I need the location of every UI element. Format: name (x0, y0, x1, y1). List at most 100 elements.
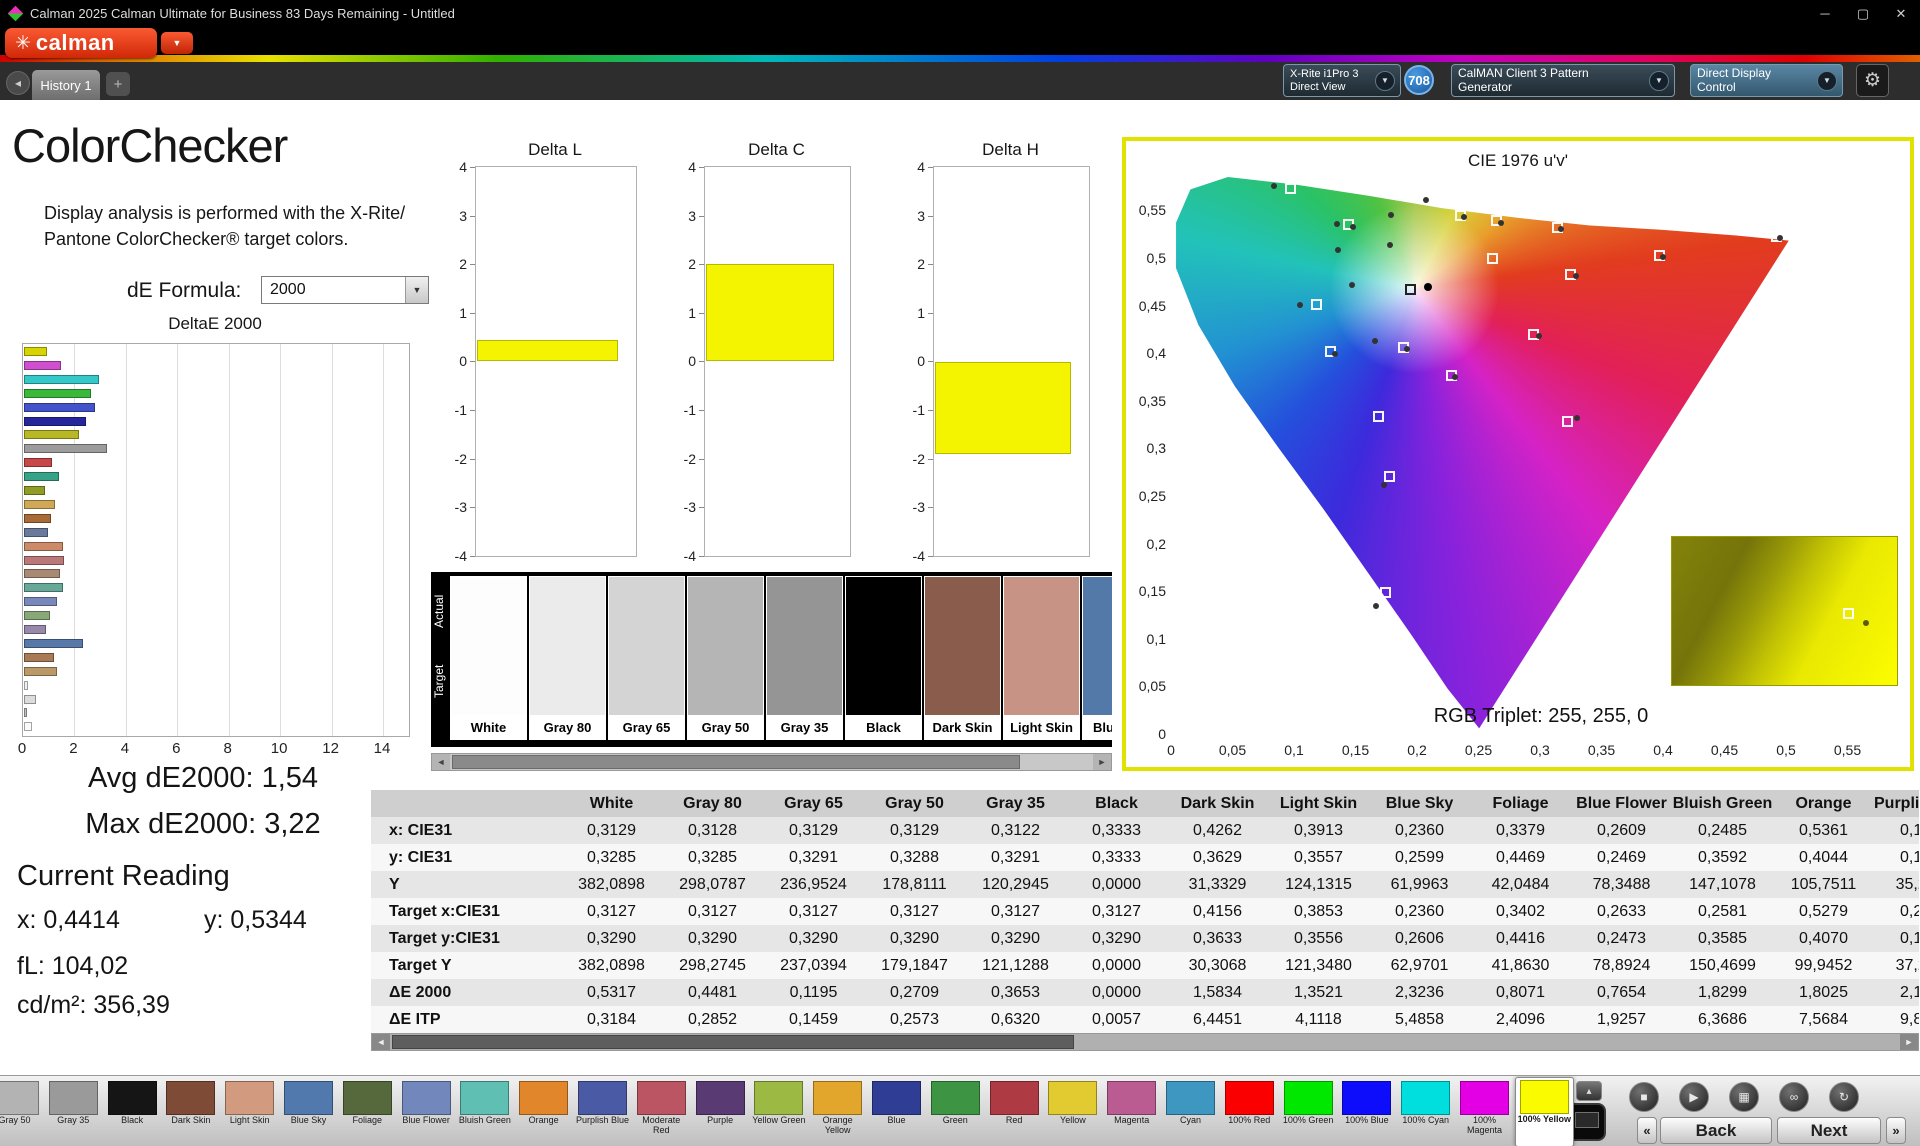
palette-swatch-bluish-green[interactable]: Bluish Green (456, 1079, 513, 1143)
palette-swatch-100-red[interactable]: 100% Red (1221, 1079, 1278, 1143)
meter-status-badge[interactable]: 708 (1404, 65, 1434, 95)
colorchecker-swatch[interactable]: Gray 35 (766, 576, 843, 740)
scrollbar-thumb[interactable] (392, 1035, 1074, 1049)
swatch-strip-scrollbar[interactable]: ◄ ► (431, 753, 1112, 771)
palette-swatch-100-green[interactable]: 100% Green (1280, 1079, 1337, 1143)
colorchecker-swatch[interactable]: Blue Sky (1082, 576, 1112, 740)
table-row: Target Y 382,0898 298,2745 237,0394 179,1847… (371, 952, 1919, 979)
delta-y-tick-label: 2 (688, 256, 696, 273)
palette-swatch-gray-35[interactable]: Gray 35 (45, 1079, 102, 1143)
cie-target-marker (1384, 470, 1396, 482)
palette-swatch-magenta[interactable]: Magenta (1103, 1079, 1160, 1143)
table-cell: 99,9452 (1794, 957, 1853, 974)
settings-button[interactable]: ⚙ (1856, 64, 1889, 97)
max-de2000-value: Max dE2000: 3,22 (85, 808, 321, 840)
palette-swatch-100-cyan[interactable]: 100% Cyan (1397, 1079, 1454, 1143)
table-header-row: White Gray 80 Gray 65 Gray 50 Gray 35 Black Da… (371, 790, 1919, 817)
table-cell: 0,3585 (1698, 930, 1747, 947)
palette-swatch-moderate-red[interactable]: Moderate Red (633, 1079, 690, 1143)
palette-swatch-purple[interactable]: Purple (692, 1079, 749, 1143)
table-header-cell (371, 790, 561, 817)
table-cell: 1,8025 (1799, 984, 1848, 1001)
colorchecker-swatch[interactable]: Light Skin (1003, 576, 1080, 740)
palette-swatch-foliage[interactable]: Foliage (339, 1079, 396, 1143)
cie-1976-chart-panel[interactable]: CIE 1976 u'v' 0,55 0,5 0,45 0,4 0,35 0,3 0,25 0… (1122, 137, 1914, 771)
palette-swatch-yellow-green[interactable]: Yellow Green (750, 1079, 807, 1143)
pattern-generator-dropdown[interactable]: CalMAN Client 3 Pattern Generator ▼ (1451, 64, 1675, 97)
palette-swatch-orange[interactable]: Orange (515, 1079, 572, 1143)
palette-swatch-orange-yellow[interactable]: Orange Yellow (809, 1079, 866, 1143)
cie-x-tick-label: 0,45 (1710, 742, 1739, 758)
scroll-right-icon[interactable]: ► (1093, 754, 1111, 770)
table-scrollbar[interactable]: ◄ ► (371, 1033, 1919, 1051)
display-control-dropdown[interactable]: Direct Display Control ▼ (1690, 64, 1843, 97)
table-cell: 2,4096 (1496, 1011, 1545, 1028)
colorchecker-swatch[interactable]: Black (845, 576, 922, 740)
palette-swatch-red[interactable]: Red (986, 1079, 1043, 1143)
palette-label: 100% Green (1282, 1115, 1334, 1125)
scroll-right-icon[interactable]: ► (1900, 1034, 1918, 1050)
back-chevron-button[interactable]: « (1637, 1117, 1657, 1144)
palette-color (166, 1081, 216, 1115)
cie-measured-dot (1297, 301, 1304, 308)
table-cell: 0,4262 (1193, 822, 1242, 839)
palette-swatch-blue-flower[interactable]: Blue Flower (398, 1079, 455, 1143)
palette-swatch-black[interactable]: Black (104, 1079, 161, 1143)
scrollbar-track[interactable] (390, 1034, 1900, 1050)
scrollbar-track[interactable] (450, 754, 1093, 770)
calman-logo-button[interactable]: ✳ calman (5, 28, 157, 58)
refresh-button[interactable]: ↻ (1829, 1082, 1859, 1112)
palette-swatch-yellow[interactable]: Yellow (1044, 1079, 1101, 1143)
close-button[interactable]: ✕ (1882, 6, 1920, 22)
palette-swatch-100-magenta[interactable]: 100% Magenta (1456, 1079, 1513, 1143)
colorchecker-swatch[interactable]: Gray 80 (529, 576, 606, 740)
stop-button[interactable]: ■ (1629, 1082, 1659, 1112)
calman-menu-dropdown[interactable]: ▼ (161, 32, 193, 54)
table-cell: 0,3633 (1193, 930, 1242, 947)
de-formula-dropdown[interactable]: 2000 ▼ (261, 276, 429, 304)
tab-bar: ◂ History 1 + X-Rite i1Pro 3 Direct View… (0, 62, 1920, 100)
palette-swatch-100-blue[interactable]: 100% Blue (1338, 1079, 1395, 1143)
palette-swatch-blue[interactable]: Blue (868, 1079, 925, 1143)
table-cell: 1,3521 (1294, 984, 1343, 1001)
cie-x-tick-label: 0,25 (1464, 742, 1493, 758)
loop-button[interactable]: ∞ (1779, 1082, 1809, 1112)
colorchecker-swatch[interactable]: Gray 65 (608, 576, 685, 740)
colorchecker-swatch[interactable]: White (450, 576, 527, 740)
scroll-left-icon[interactable]: ◄ (372, 1034, 390, 1050)
table-cell: 0,3122 (991, 822, 1040, 839)
cie-target-marker (1486, 253, 1498, 265)
tab-history-1[interactable]: History 1 (32, 70, 100, 100)
delta-y-tick-label: 1 (917, 304, 925, 321)
scrollbar-thumb[interactable] (452, 755, 1020, 769)
palette-swatch-purplish-blue[interactable]: Purplish Blue (574, 1079, 631, 1143)
minimize-button[interactable]: ─ (1806, 6, 1844, 22)
palette-swatch-100-yellow[interactable]: 100% Yellow (1514, 1077, 1574, 1146)
palette-swatch-gray-50[interactable]: Gray 50 (0, 1079, 43, 1143)
next-button[interactable]: Next (1777, 1117, 1881, 1144)
palette-swatch-dark-skin[interactable]: Dark Skin (162, 1079, 219, 1143)
palette-swatch-light-skin[interactable]: Light Skin (221, 1079, 278, 1143)
palette-swatch-cyan[interactable]: Cyan (1162, 1079, 1219, 1143)
table-cell: 0,2360 (1395, 903, 1444, 920)
table-cell: 0,3556 (1294, 930, 1343, 947)
deltae-bar (24, 625, 46, 634)
palette-swatch-green[interactable]: Green (927, 1079, 984, 1143)
maximize-button[interactable]: ▢ (1844, 6, 1882, 22)
colorchecker-swatch[interactable]: Dark Skin (924, 576, 1001, 740)
add-tab-button[interactable]: + (106, 72, 130, 96)
palette-expand-button[interactable]: ▴ (1576, 1081, 1602, 1101)
tab-back-button[interactable]: ◂ (6, 71, 30, 95)
table-cell: 0,1962 (1900, 822, 1919, 839)
next-chevron-button[interactable]: » (1886, 1117, 1906, 1144)
meter-dropdown[interactable]: X-Rite i1Pro 3 Direct View ▼ (1283, 64, 1401, 97)
colorchecker-swatch[interactable]: Gray 50 (687, 576, 764, 740)
palette-swatch-blue-sky[interactable]: Blue Sky (280, 1079, 337, 1143)
play-button[interactable]: ▶ (1679, 1082, 1709, 1112)
table-row: ΔE 2000 0,5317 0,4481 0,1195 0,2709 0,3653 0,0… (371, 979, 1919, 1006)
save-button[interactable]: ▦ (1729, 1082, 1759, 1112)
back-button[interactable]: Back (1660, 1117, 1772, 1144)
scroll-left-icon[interactable]: ◄ (432, 754, 450, 770)
table-header-cell: Blue Sky (1385, 795, 1454, 812)
delta-y-tick-label: -3 (683, 499, 696, 516)
